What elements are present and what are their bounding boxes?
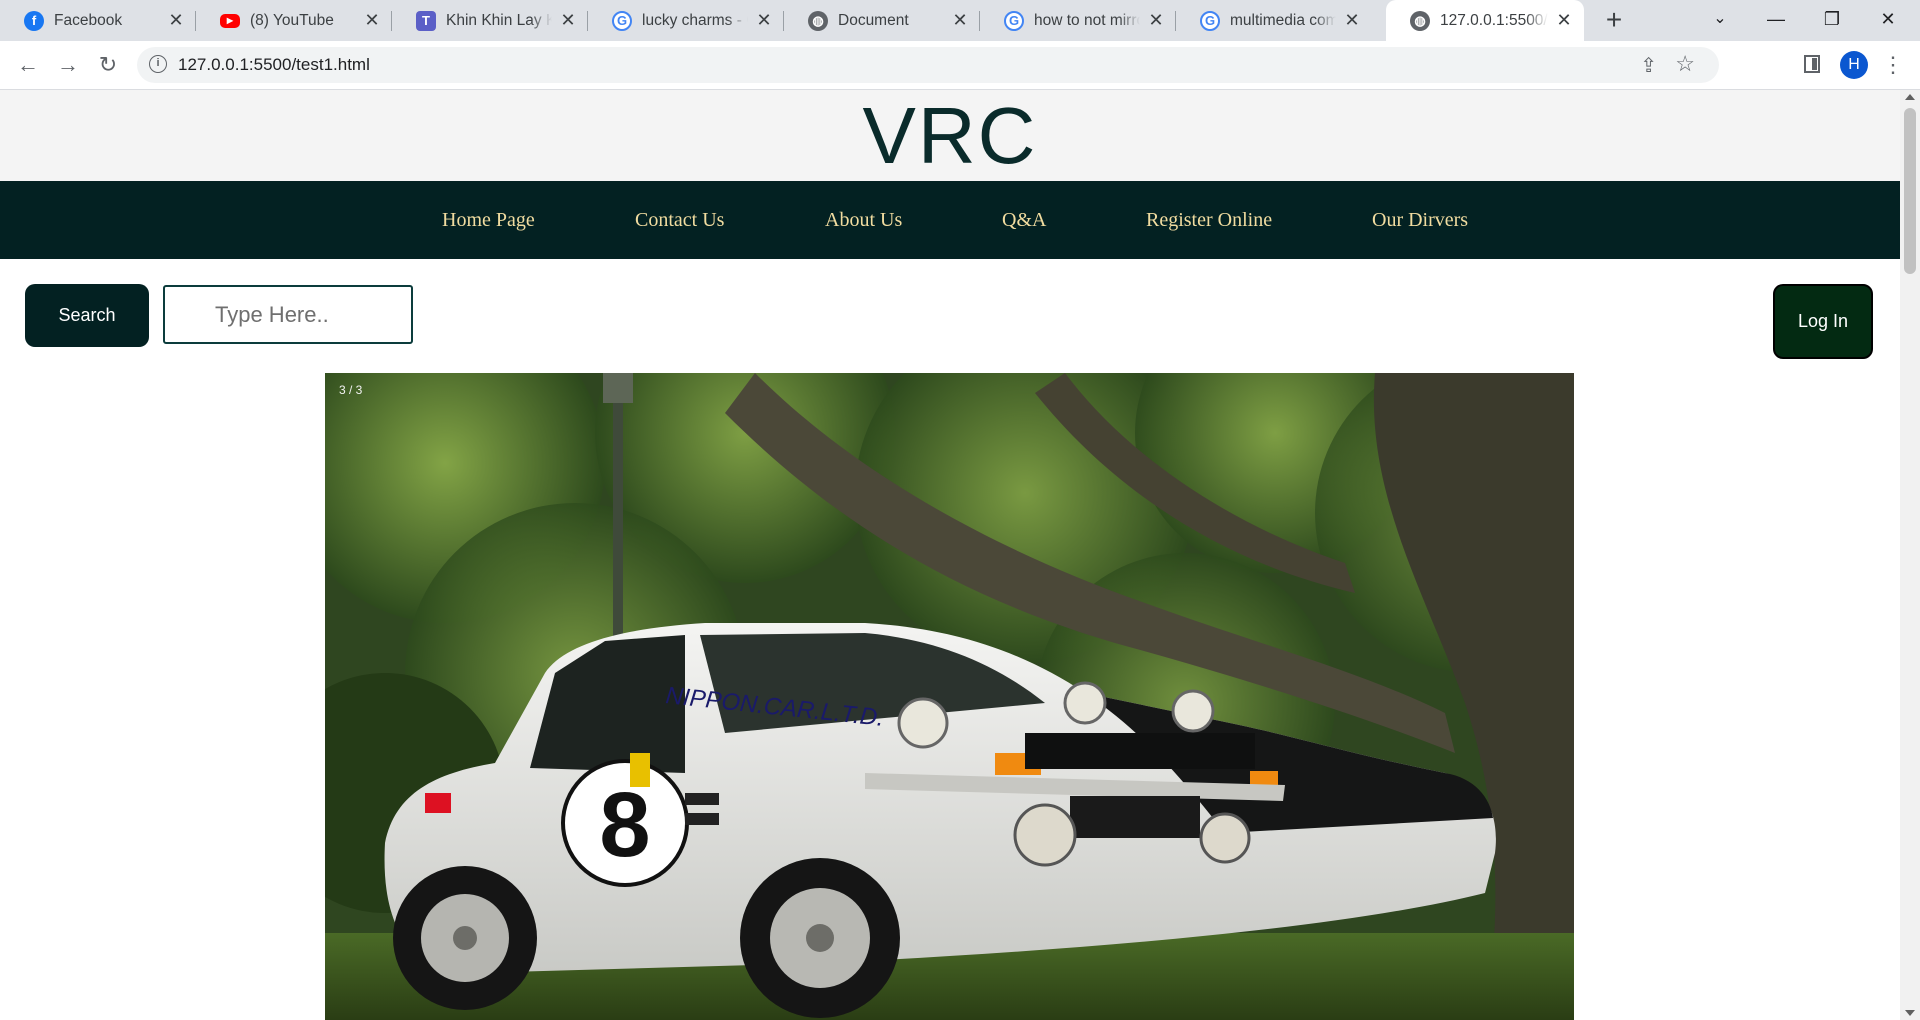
tab-document[interactable]: ◍ Document ✕ [784,0,980,41]
browser-toolbar: ← → ↻ i 127.0.0.1:5500/test1.html ⇪ ☆ H … [0,41,1920,90]
nav-register-online[interactable]: Register Online [1146,181,1272,259]
close-icon[interactable]: ✕ [362,10,382,31]
google-icon: G [1004,10,1024,31]
close-icon[interactable]: ✕ [754,10,774,31]
reload-icon[interactable]: ↻ [92,49,124,81]
page-viewport: VRC Home Page Contact Us About Us Q&A Re… [0,90,1920,1020]
close-icon[interactable]: ✕ [166,10,186,31]
nav-home-page[interactable]: Home Page [442,181,535,259]
address-bar[interactable]: i 127.0.0.1:5500/test1.html ⇪ ☆ [137,47,1719,83]
search-button[interactable]: Search [25,284,149,347]
page-scrollbar[interactable] [1900,90,1920,1020]
window-close-icon[interactable]: ✕ [1860,0,1916,41]
scrollbar-thumb[interactable] [1904,108,1916,274]
nav-our-drivers[interactable]: Our Dirvers [1372,181,1468,259]
search-input[interactable] [163,285,413,344]
tab-title: Khin Khin Lay Koo [446,11,552,29]
minimize-icon[interactable]: — [1748,0,1804,41]
google-icon: G [1200,10,1220,31]
globe-icon: ◍ [808,10,828,31]
tab-google-mirror[interactable]: G how to not mirror ✕ [980,0,1176,41]
tab-title: how to not mirror [1034,11,1140,29]
restore-icon[interactable]: ❐ [1804,0,1860,41]
tab-title: (8) YouTube [250,11,334,29]
new-tab-plus-icon[interactable]: + [1597,4,1631,38]
close-icon[interactable]: ✕ [558,10,578,31]
close-icon[interactable]: ✕ [1554,10,1574,31]
scroll-down-arrow-icon[interactable] [1905,1010,1915,1016]
youtube-icon: ▶ [220,13,240,28]
tab-title: multimedia comp [1230,11,1336,29]
tab-youtube[interactable]: ▶ (8) YouTube ✕ [196,0,392,41]
slideshow: 3 / 3 8 NIPPON.CAR.L.T.D. [325,373,1574,1020]
tab-facebook[interactable]: f Facebook ✕ [0,0,196,41]
google-icon: G [612,10,632,31]
tab-title: lucky charms - Go [642,11,748,29]
slide-counter: 3 / 3 [339,383,363,397]
main-navigation: Home Page Contact Us About Us Q&A Regist… [0,181,1900,259]
tab-localhost-active[interactable]: ◍ 127.0.0.1:5500/test ✕ [1386,0,1584,41]
back-arrow-icon[interactable]: ← [12,49,44,81]
nav-about-us[interactable]: About Us [825,181,902,259]
site-logo[interactable]: VRC [863,91,1038,180]
url-text[interactable]: 127.0.0.1:5500/test1.html [178,55,370,75]
bookmark-star-icon[interactable]: ☆ [1675,51,1695,77]
tab-title: Document [838,11,909,29]
kebab-menu-icon[interactable]: ⋮ [1882,51,1904,79]
facebook-icon: f [24,10,44,31]
tab-title: Facebook [54,11,123,29]
globe-icon: ◍ [1410,10,1430,31]
share-icon[interactable]: ⇪ [1640,53,1657,78]
profile-avatar[interactable]: H [1840,51,1868,79]
tab-google-lucky-charms[interactable]: G lucky charms - Go ✕ [588,0,784,41]
close-icon[interactable]: ✕ [1146,10,1166,31]
close-icon[interactable]: ✕ [950,10,970,31]
tab-search-chevron-icon[interactable]: ⌄ [1692,0,1748,41]
nav-contact-us[interactable]: Contact Us [635,181,724,259]
tab-google-multimedia[interactable]: G multimedia comp ✕ [1176,0,1372,41]
login-button[interactable]: Log In [1773,284,1873,359]
tab-title: 127.0.0.1:5500/test [1440,11,1548,29]
site-header: VRC [0,90,1900,181]
nav-qa[interactable]: Q&A [1002,181,1046,259]
scroll-up-arrow-icon[interactable] [1905,94,1915,100]
car-number-decal: 8 [599,774,650,876]
teams-icon: T [416,10,436,31]
site-info-icon[interactable]: i [149,55,167,73]
browser-tab-strip: f Facebook ✕ ▶ (8) YouTube ✕ T Khin Khin… [0,0,1920,41]
close-icon[interactable]: ✕ [1342,10,1362,31]
tab-teams[interactable]: T Khin Khin Lay Koo ✕ [392,0,588,41]
side-panel-icon[interactable] [1804,55,1820,73]
forward-arrow-icon[interactable]: → [52,49,84,81]
rally-car-photo: 8 NIPPON.CAR.L.T.D. [325,373,1574,1020]
